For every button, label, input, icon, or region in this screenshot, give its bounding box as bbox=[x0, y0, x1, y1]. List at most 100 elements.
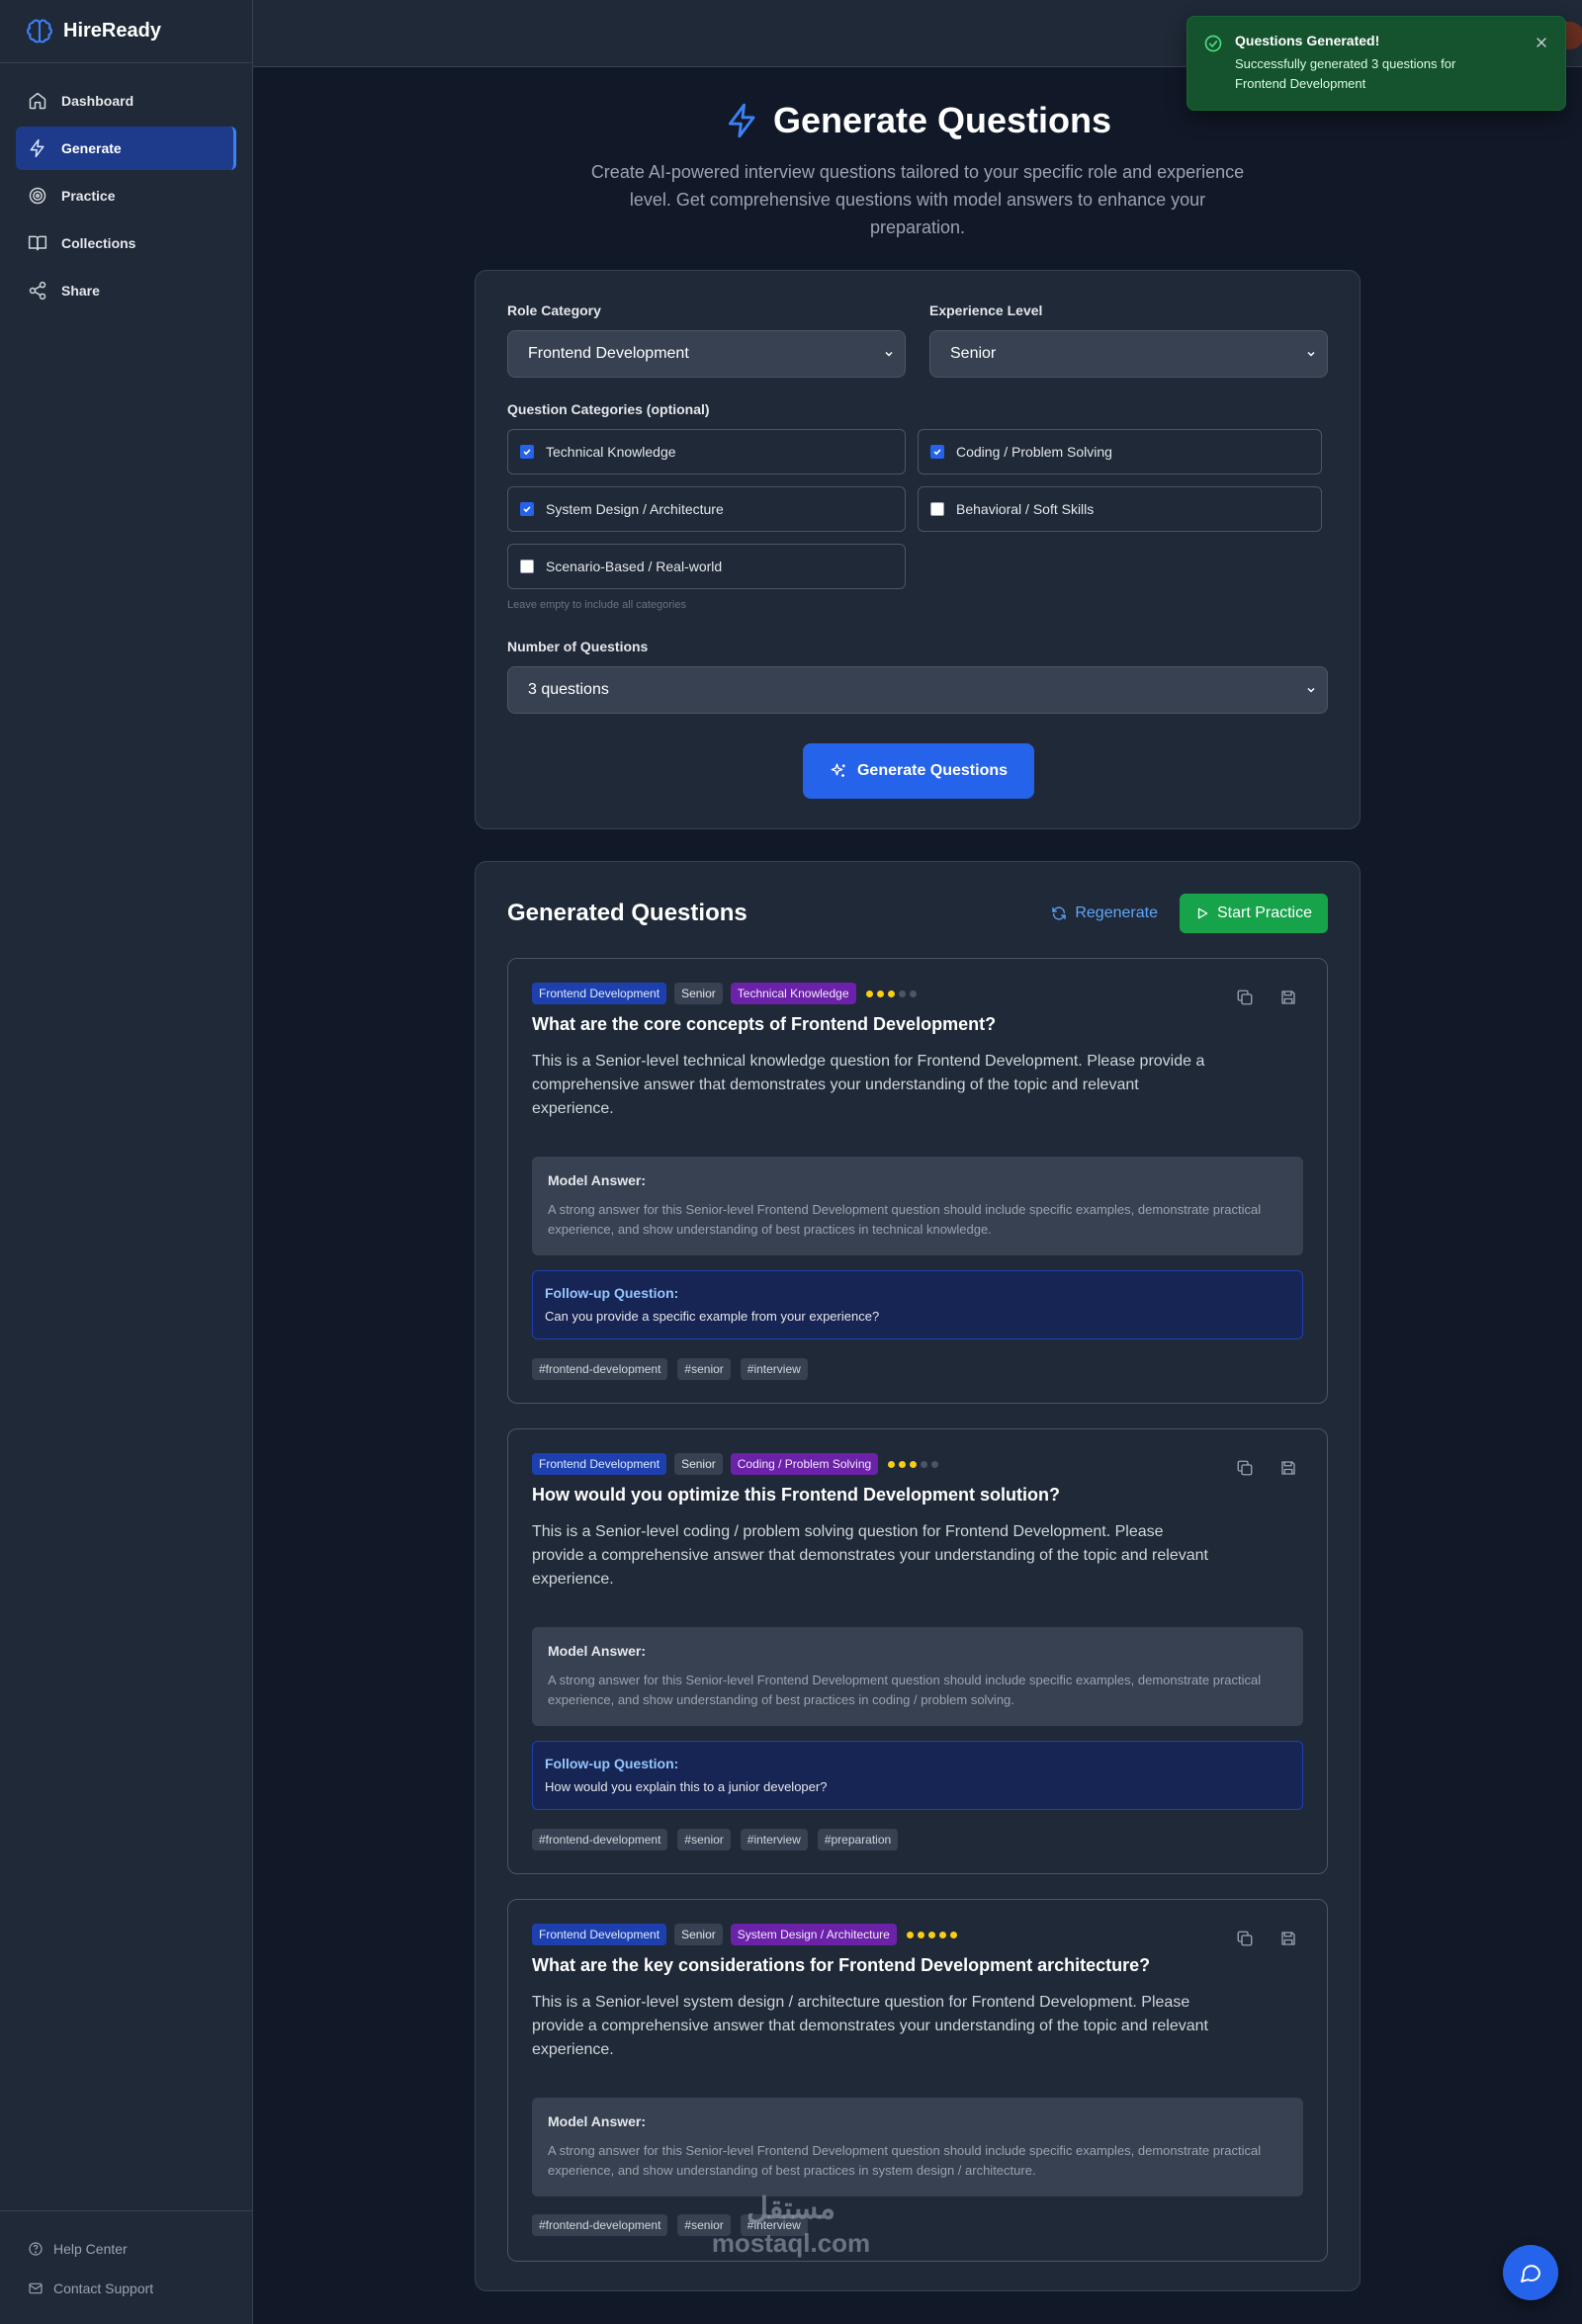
tag: #senior bbox=[677, 1358, 731, 1380]
category-system-design[interactable]: System Design / Architecture bbox=[507, 486, 906, 532]
check-circle-icon bbox=[1204, 35, 1222, 52]
page-title: Generate Questions bbox=[253, 97, 1582, 144]
checkbox[interactable] bbox=[520, 559, 534, 573]
lightning-icon bbox=[30, 138, 44, 158]
generate-form: Role Category Frontend Development Exper… bbox=[475, 270, 1361, 829]
sidebar-item-label: Generate bbox=[61, 140, 122, 156]
refresh-icon bbox=[1052, 906, 1067, 920]
tag: #senior bbox=[677, 1829, 731, 1851]
sidebar-item-label: Share bbox=[61, 283, 100, 299]
question-title: What are the key considerations for Fron… bbox=[532, 1955, 1151, 1975]
sidebar-item-label: Practice bbox=[61, 188, 116, 204]
help-center-link[interactable]: Help Center bbox=[28, 2229, 224, 2269]
difficulty-rating bbox=[906, 1931, 957, 1938]
checkbox[interactable] bbox=[930, 445, 944, 459]
chevron-down-icon bbox=[1307, 687, 1315, 693]
close-icon[interactable] bbox=[1534, 35, 1549, 50]
role-badge: Frontend Development bbox=[532, 1453, 667, 1475]
sidebar-item-dashboard[interactable]: Dashboard bbox=[16, 79, 236, 123]
difficulty-rating bbox=[865, 990, 917, 997]
follow-up-text: Can you provide a specific example from … bbox=[545, 1309, 880, 1324]
follow-up-text: How would you explain this to a junior d… bbox=[545, 1779, 828, 1794]
start-practice-button[interactable]: Start Practice bbox=[1179, 894, 1328, 933]
brand[interactable]: HireReady bbox=[0, 0, 252, 63]
checkbox[interactable] bbox=[930, 502, 944, 516]
sidebar-item-label: Dashboard bbox=[61, 93, 134, 109]
chat-button[interactable] bbox=[1503, 2245, 1558, 2300]
category-label: System Design / Architecture bbox=[546, 501, 724, 517]
number-of-questions-select[interactable]: 3 questions bbox=[507, 666, 1328, 714]
role-badge: Frontend Development bbox=[532, 983, 667, 1004]
category-scenario-based[interactable]: Scenario-Based / Real-world bbox=[507, 544, 906, 589]
category-coding-problem-solving[interactable]: Coding / Problem Solving bbox=[918, 429, 1322, 474]
experience-level-label: Experience Level bbox=[929, 302, 1043, 318]
main-content: Generate Questions Create AI-powered int… bbox=[253, 67, 1582, 2291]
experience-level-select[interactable]: Senior bbox=[929, 330, 1328, 378]
follow-up-label: Follow-up Question: bbox=[545, 1756, 679, 1771]
sidebar-footer: Help Center Contact Support bbox=[0, 2210, 252, 2324]
model-answer-text: A strong answer for this Senior-level Fr… bbox=[548, 2143, 1262, 2178]
category-badge: System Design / Architecture bbox=[730, 1924, 897, 1945]
difficulty-dot bbox=[927, 1931, 935, 1938]
sidebar-item-generate[interactable]: Generate bbox=[16, 127, 236, 170]
question-title: What are the core concepts of Frontend D… bbox=[532, 1014, 997, 1034]
category-technical-knowledge[interactable]: Technical Knowledge bbox=[507, 429, 906, 474]
app-name: HireReady bbox=[63, 20, 161, 42]
chat-bubble-icon bbox=[1521, 2265, 1540, 2282]
target-icon bbox=[29, 187, 46, 205]
play-icon bbox=[1197, 907, 1208, 919]
category-label: Technical Knowledge bbox=[546, 444, 676, 460]
level-badge: Senior bbox=[674, 1453, 723, 1475]
checkbox[interactable] bbox=[520, 445, 534, 459]
question-card: Frontend Development Senior System Desig… bbox=[507, 1899, 1328, 2262]
model-answer-label: Model Answer: bbox=[548, 1172, 647, 1188]
tag: #frontend-development bbox=[532, 2214, 668, 2236]
save-icon[interactable] bbox=[1279, 1930, 1297, 1947]
question-card: Frontend Development Senior Technical Kn… bbox=[507, 958, 1328, 1404]
difficulty-dot bbox=[899, 1460, 907, 1468]
model-answer: Model Answer: A strong answer for this S… bbox=[532, 1157, 1303, 1255]
generated-questions: Generated Questions Regenerate Start Pra… bbox=[475, 861, 1361, 2291]
brain-logo-icon bbox=[27, 18, 52, 43]
difficulty-dot bbox=[910, 1460, 918, 1468]
sidebar-item-collections[interactable]: Collections bbox=[16, 221, 236, 265]
difficulty-dot bbox=[909, 990, 917, 997]
tag: #frontend-development bbox=[532, 1358, 668, 1380]
home-icon bbox=[29, 92, 46, 110]
question-categories-label: Question Categories (optional) bbox=[507, 401, 710, 417]
difficulty-dot bbox=[921, 1460, 928, 1468]
save-icon[interactable] bbox=[1279, 989, 1297, 1006]
follow-up-question: Follow-up Question: How would you explai… bbox=[532, 1741, 1303, 1810]
level-badge: Senior bbox=[674, 983, 723, 1004]
regenerate-button[interactable]: Regenerate bbox=[1051, 904, 1158, 922]
save-icon[interactable] bbox=[1279, 1459, 1297, 1477]
tag: #interview bbox=[740, 1358, 808, 1380]
mail-icon bbox=[29, 2282, 43, 2294]
question-description: This is a Senior-level technical knowled… bbox=[532, 1053, 1205, 1117]
copy-icon[interactable] bbox=[1236, 1930, 1254, 1947]
categories-hint: Leave empty to include all categories bbox=[507, 599, 686, 611]
difficulty-dot bbox=[887, 990, 895, 997]
sparkles-icon bbox=[831, 763, 845, 777]
toast-title: Questions Generated! bbox=[1235, 33, 1380, 48]
chevron-down-icon bbox=[1307, 351, 1315, 357]
category-label: Behavioral / Soft Skills bbox=[956, 501, 1095, 517]
chevron-down-icon bbox=[885, 351, 893, 357]
copy-icon[interactable] bbox=[1236, 989, 1254, 1006]
generate-questions-button[interactable]: Generate Questions bbox=[803, 743, 1034, 799]
watermark: مستقل mostaql.com bbox=[692, 2192, 890, 2259]
role-badge: Frontend Development bbox=[532, 1924, 667, 1945]
checkbox[interactable] bbox=[520, 502, 534, 516]
copy-icon[interactable] bbox=[1236, 1459, 1254, 1477]
sidebar-item-practice[interactable]: Practice bbox=[16, 174, 236, 217]
share-icon bbox=[29, 281, 46, 301]
tag-list: #frontend-development #senior #interview bbox=[532, 1358, 808, 1380]
difficulty-dot bbox=[865, 990, 873, 997]
contact-support-link[interactable]: Contact Support bbox=[28, 2269, 224, 2308]
level-badge: Senior bbox=[674, 1924, 723, 1945]
category-behavioral[interactable]: Behavioral / Soft Skills bbox=[918, 486, 1322, 532]
role-category-select[interactable]: Frontend Development bbox=[507, 330, 906, 378]
model-answer: Model Answer: A strong answer for this S… bbox=[532, 1627, 1303, 1726]
difficulty-dot bbox=[906, 1931, 914, 1938]
sidebar-item-share[interactable]: Share bbox=[16, 269, 236, 312]
